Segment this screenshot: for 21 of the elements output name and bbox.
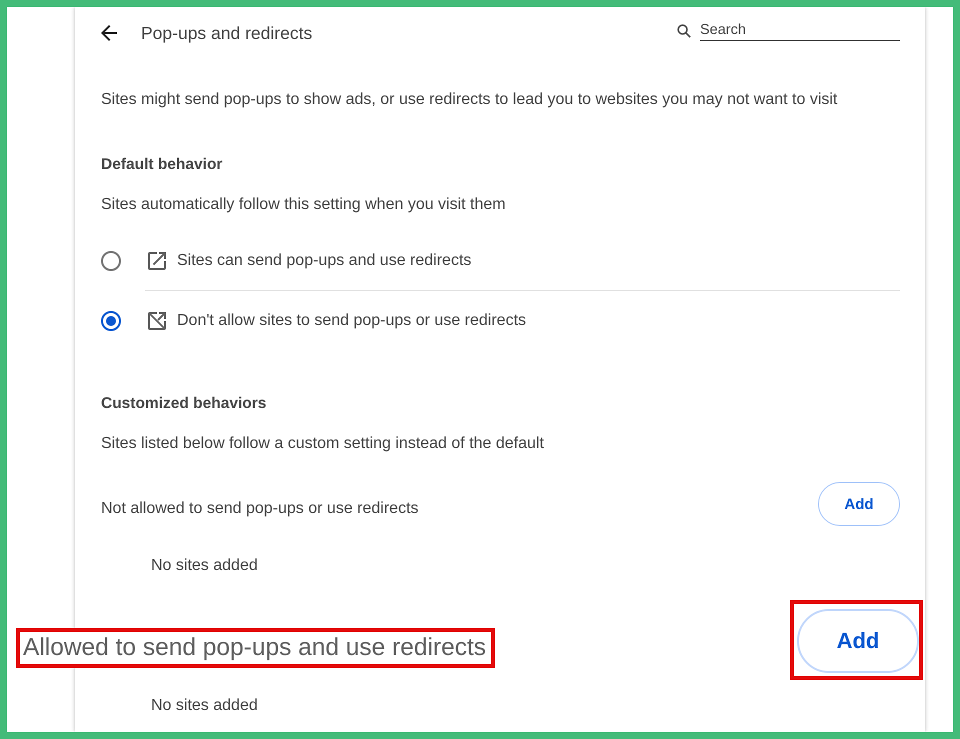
- page-description: Sites might send pop-ups to show ads, or use redirects to lead you to websites you may not want to visit: [101, 90, 838, 110]
- radio-button[interactable]: [101, 250, 121, 270]
- empty-list-text: No sites added: [151, 556, 258, 576]
- section-subtitle: Sites listed below follow a custom setting instead of the default: [101, 434, 544, 454]
- radio-option-label[interactable]: Sites can send pop-ups and use redirects: [177, 252, 472, 270]
- add-button[interactable]: Add: [818, 482, 900, 526]
- search-field[interactable]: Search: [700, 22, 900, 40]
- open-in-new-icon: [148, 252, 166, 270]
- page-title: Pop-ups and redirects: [141, 22, 312, 44]
- radio-option-label[interactable]: Don't allow sites to send pop-ups or use redirects: [177, 312, 526, 330]
- radio-button[interactable]: [101, 311, 121, 331]
- back-arrow-icon[interactable]: [101, 25, 117, 41]
- list-title: Not allowed to send pop-ups or use redirects: [101, 499, 419, 519]
- section-heading: Default behavior: [101, 155, 222, 175]
- section-subtitle: Sites automatically follow this setting when you visit them: [101, 195, 506, 215]
- empty-list-text: No sites added: [151, 696, 258, 716]
- section-heading: Customized behaviors: [101, 394, 266, 414]
- blocked-popup-icon: [148, 312, 166, 330]
- list-title: Allowed to send pop-ups and use redirects: [23, 634, 486, 662]
- add-button[interactable]: Add: [797, 609, 919, 673]
- search-icon: [677, 24, 691, 38]
